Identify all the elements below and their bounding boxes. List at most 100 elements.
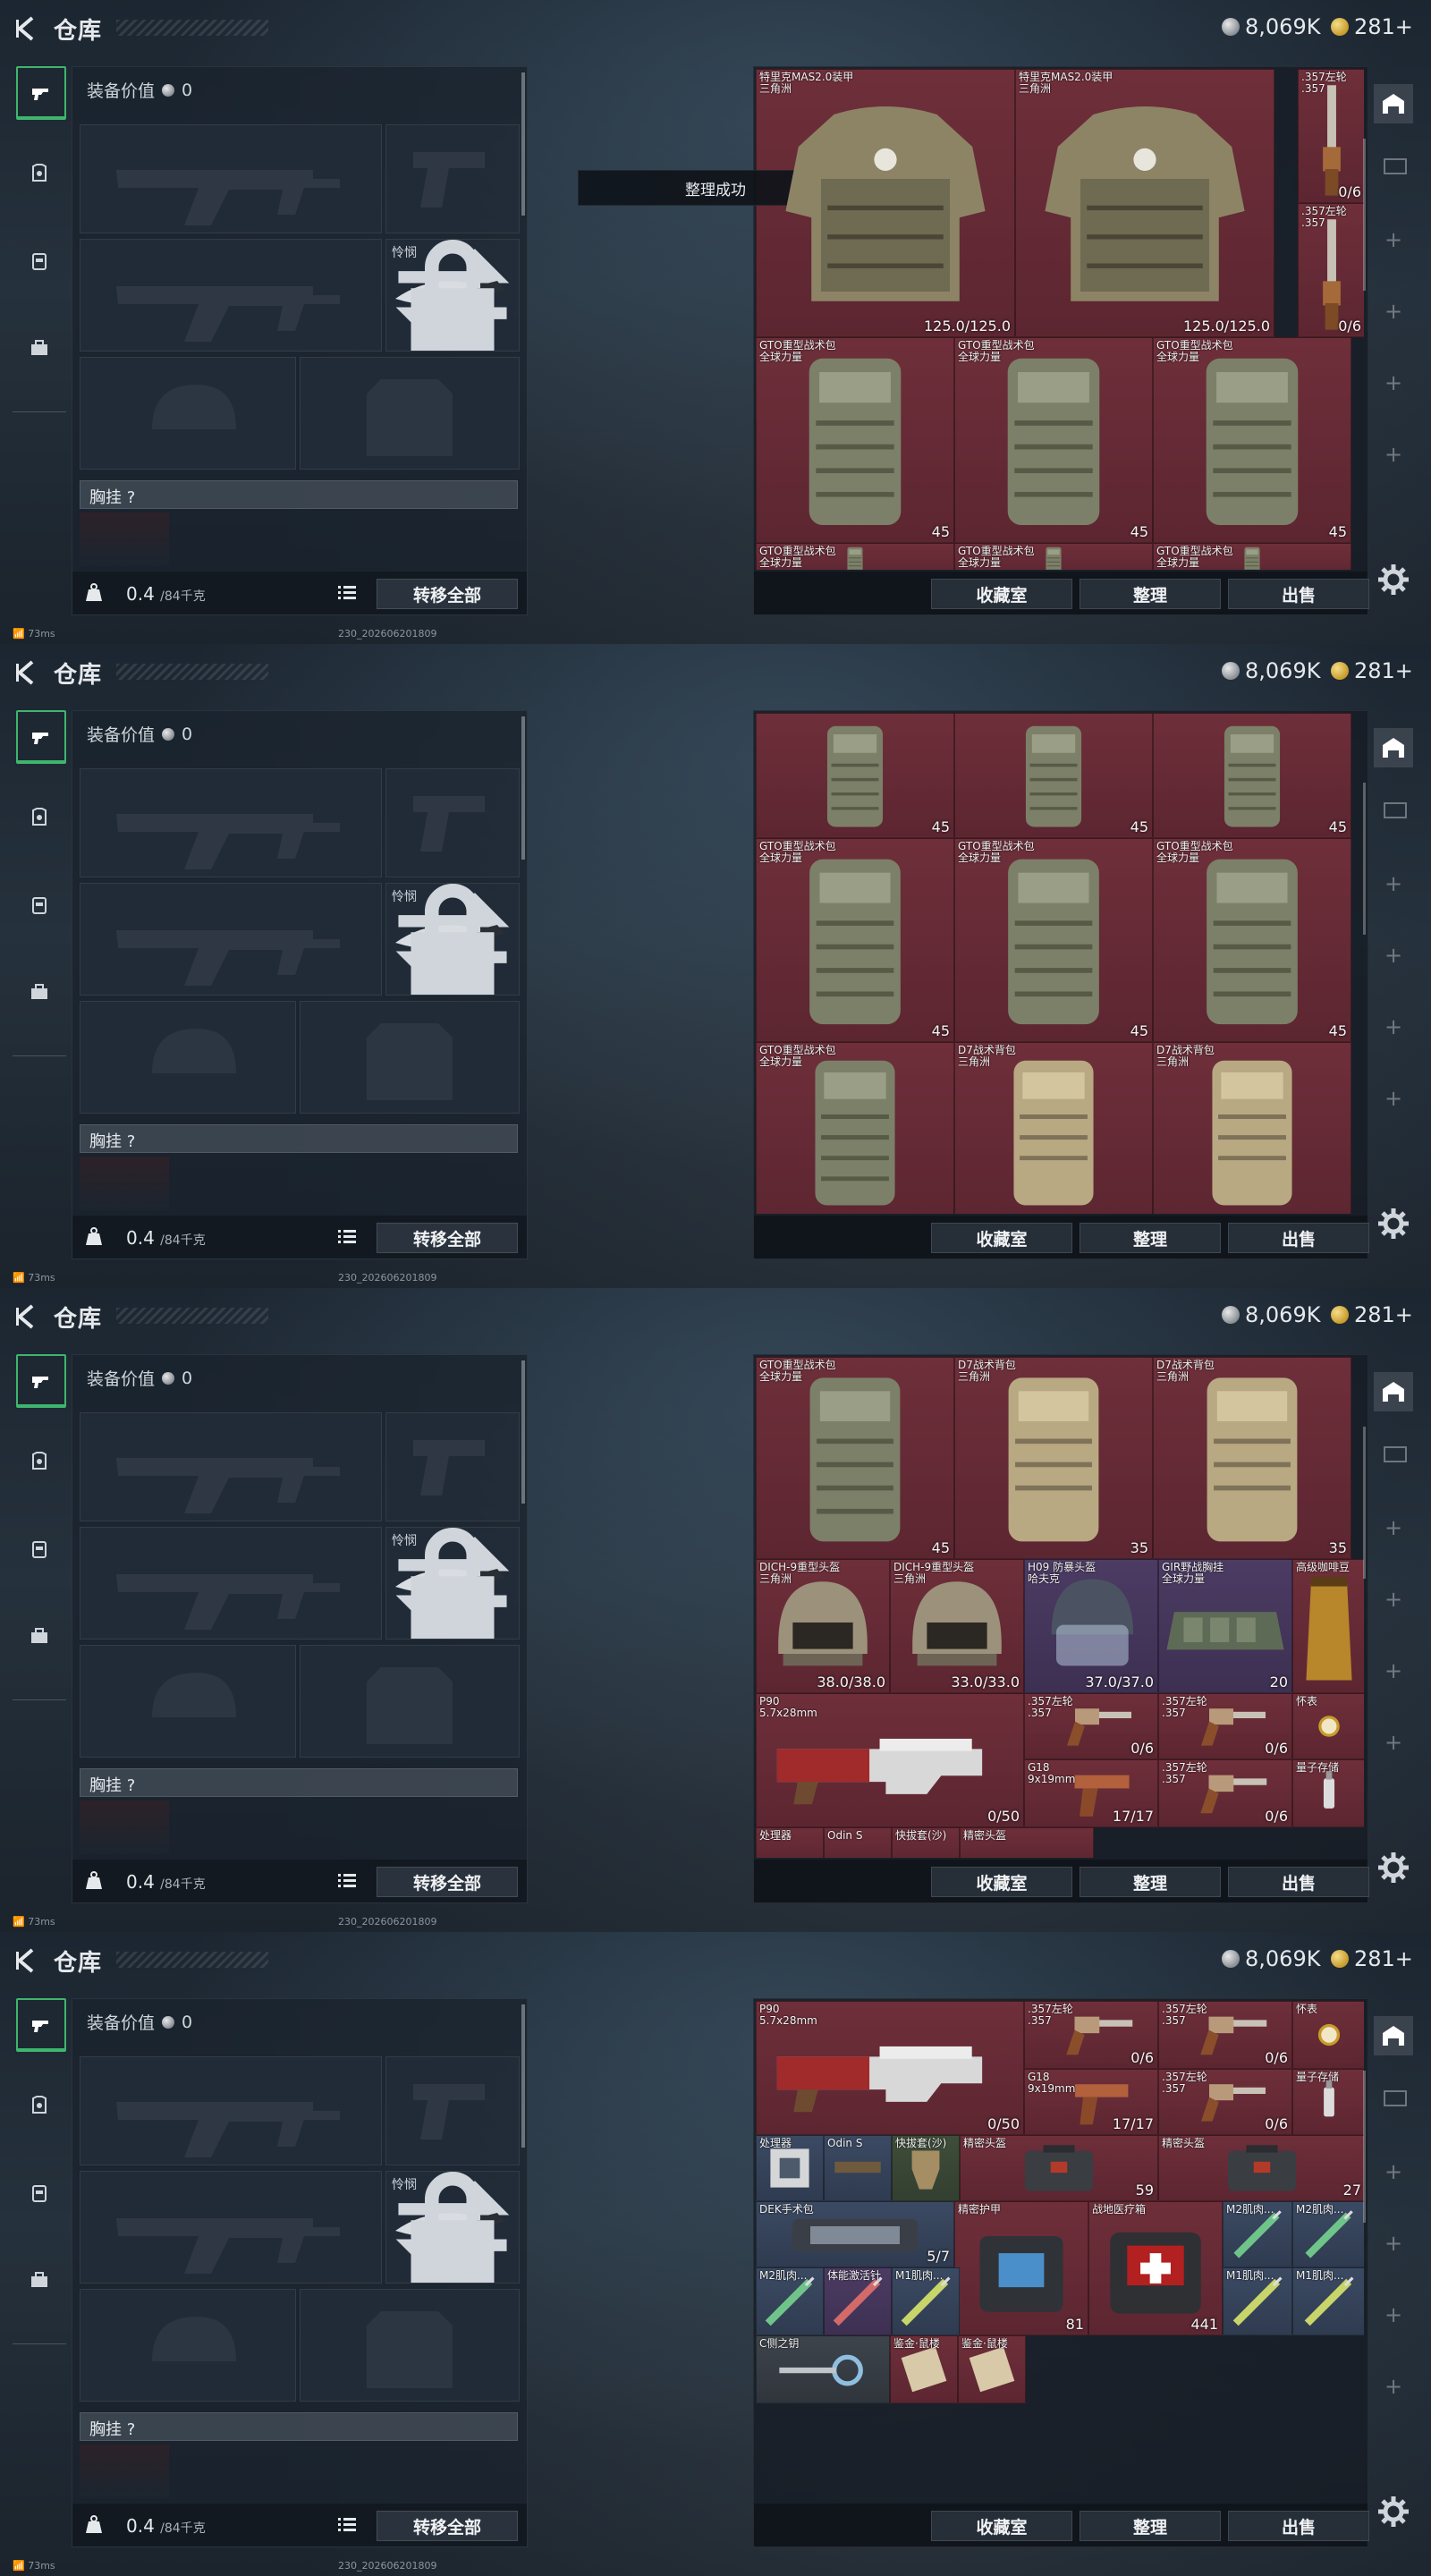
sort-button[interactable]: 整理 (1080, 1223, 1221, 1253)
pistol-slot[interactable] (385, 1412, 520, 1521)
sell-button[interactable]: 出售 (1228, 2511, 1369, 2541)
case-tab-icon[interactable] (16, 968, 63, 1018)
backpack-tab-icon[interactable] (16, 1524, 63, 1574)
back-arrow-icon[interactable] (13, 1946, 39, 1975)
stash-item[interactable]: 怀表 (1292, 2001, 1364, 2069)
body-armor-slot[interactable] (300, 1001, 520, 1114)
add-page-icon[interactable]: + (1381, 1730, 1406, 1755)
stash-icon[interactable] (1374, 728, 1413, 767)
stash-item[interactable]: GTO重型战术包 全球力量 45 (756, 838, 954, 1042)
add-page-icon[interactable]: + (1381, 370, 1406, 395)
melee-slot[interactable]: 怜悯 (385, 239, 520, 352)
add-page-icon[interactable]: + (1381, 1658, 1406, 1683)
stash-item[interactable]: D7战术背包 三角洲 35 (1153, 1357, 1351, 1559)
loadout-scrollbar[interactable] (521, 72, 525, 216)
sort-button[interactable]: 整理 (1080, 2511, 1221, 2541)
stash-item[interactable]: 体能激活针 (824, 2267, 892, 2335)
stash-item[interactable]: 怀表 (1292, 1693, 1364, 1759)
stash-item[interactable]: .357左轮 .357 0/6 (1158, 1759, 1292, 1827)
add-page-icon[interactable]: + (1381, 2231, 1406, 2256)
settings-gear-icon[interactable] (1376, 2494, 1411, 2529)
stash-icon[interactable] (1374, 84, 1413, 123)
stash-item[interactable]: .357左轮 .357 0/6 (1158, 2001, 1292, 2069)
gold-currency[interactable]: 281+ (1331, 1302, 1413, 1327)
list-icon[interactable] (337, 1228, 357, 1246)
silver-currency[interactable]: 8,069K (1222, 14, 1320, 39)
stash-item[interactable]: 特里克MAS2.0装甲 三角洲 125.0/125.0 (1015, 69, 1274, 337)
add-page-icon[interactable]: + (1381, 442, 1406, 467)
stash-page-icon[interactable] (1383, 1444, 1410, 1463)
loadout-scrollbar[interactable] (521, 716, 525, 860)
stash-item[interactable]: 快拔套(沙) (892, 1827, 960, 1858)
case-tab-icon[interactable] (16, 2256, 63, 2306)
stash-item[interactable]: .357左轮 .357 0/6 (1298, 69, 1364, 203)
case-tab-icon[interactable] (16, 324, 63, 374)
stash-item[interactable]: 量子存储 (1292, 2069, 1364, 2135)
stash-item[interactable]: P90 5.7x28mm 0/50 (756, 2001, 1024, 2135)
secondary-weapon-slot[interactable] (80, 239, 382, 352)
stash-item[interactable]: GTO重型战术包 全球力量 45 (756, 1357, 954, 1559)
list-icon[interactable] (337, 2516, 357, 2534)
stash-item[interactable]: GTO重型战术包 全球力量 45 (1153, 337, 1351, 543)
body-armor-slot[interactable] (300, 357, 520, 470)
case-tab-icon[interactable] (16, 1612, 63, 1662)
backpack-tab-icon[interactable] (16, 2168, 63, 2218)
stash-item[interactable]: GIR野战胸挂 全球力量 20 (1158, 1559, 1292, 1693)
add-page-icon[interactable]: + (1381, 1515, 1406, 1540)
stash-item[interactable]: M2肌肉... (1292, 2201, 1364, 2267)
stash-item[interactable]: 精密头盔 59 (960, 2135, 1158, 2201)
stash-item[interactable]: 鉴金·鼠楼 (958, 2335, 1026, 2403)
stash-item[interactable]: M2肌肉... (756, 2267, 824, 2335)
stash-item[interactable]: M2肌肉... (1223, 2201, 1292, 2267)
collection-room-button[interactable]: 收藏室 (931, 1867, 1072, 1897)
backpack-tab-icon[interactable] (16, 880, 63, 930)
chest-rig-slot[interactable] (80, 1157, 169, 1210)
stash-item[interactable]: D7战术背包 三角洲 (954, 1042, 1153, 1214)
stash-item[interactable]: .357左轮 .357 0/6 (1158, 2069, 1292, 2135)
stash-item[interactable]: G18 9x19mm 17/17 (1024, 2069, 1158, 2135)
stash-item[interactable]: GTO重型战术包 全球力量 (954, 543, 1153, 570)
helmet-slot[interactable] (80, 1001, 296, 1114)
gun-tab-icon[interactable] (16, 1354, 66, 1408)
stash-item[interactable]: GTO重型战术包 全球力量 (1153, 543, 1351, 570)
stash-item[interactable]: DICH-9重型头盔 三角洲 38.0/38.0 (756, 1559, 890, 1693)
stash-scrollbar[interactable] (1363, 783, 1366, 935)
stash-item[interactable]: GTO重型战术包 全球力量 45 (756, 337, 954, 543)
melee-slot[interactable]: 怜悯 (385, 883, 520, 996)
stash-item[interactable]: 快拔套(沙) (892, 2135, 960, 2201)
collection-room-button[interactable]: 收藏室 (931, 2511, 1072, 2541)
stash-item[interactable]: H09 防暴头盔 哈夫克 37.0/37.0 (1024, 1559, 1158, 1693)
pistol-slot[interactable] (385, 2056, 520, 2165)
back-arrow-icon[interactable] (13, 1302, 39, 1331)
transfer-all-button[interactable]: 转移全部 (377, 579, 518, 609)
chest-rig-slot[interactable] (80, 513, 169, 566)
sell-button[interactable]: 出售 (1228, 1867, 1369, 1897)
stash-item[interactable]: 高级咖啡豆 (1292, 1559, 1364, 1693)
stash-item[interactable]: 精密头盔 (960, 1827, 1094, 1858)
stash-item[interactable]: GTO重型战术包 全球力量 (756, 543, 954, 570)
stash-item[interactable]: DEK手术包 5/7 (756, 2201, 954, 2267)
sort-button[interactable]: 整理 (1080, 1867, 1221, 1897)
collection-room-button[interactable]: 收藏室 (931, 1223, 1072, 1253)
stash-item[interactable]: M1肌肉... (1292, 2267, 1364, 2335)
gun-tab-icon[interactable] (16, 66, 66, 120)
add-page-icon[interactable]: + (1381, 2302, 1406, 2327)
settings-gear-icon[interactable] (1376, 1206, 1411, 1241)
stash-scrollbar[interactable] (1363, 1427, 1366, 1579)
stash-item[interactable]: G18 9x19mm 17/17 (1024, 1759, 1158, 1827)
sell-button[interactable]: 出售 (1228, 579, 1369, 609)
transfer-all-button[interactable]: 转移全部 (377, 1867, 518, 1897)
secondary-weapon-slot[interactable] (80, 2171, 382, 2284)
primary-weapon-slot[interactable] (80, 124, 382, 233)
collection-room-button[interactable]: 收藏室 (931, 579, 1072, 609)
list-icon[interactable] (337, 584, 357, 602)
stash-item[interactable]: GTO重型战术包 全球力量 45 (1153, 838, 1351, 1042)
stash-item[interactable]: .357左轮 .357 0/6 (1024, 1693, 1158, 1759)
sell-button[interactable]: 出售 (1228, 1223, 1369, 1253)
body-armor-slot[interactable] (300, 2289, 520, 2402)
stash-item[interactable]: 战地医疗箱 441 (1088, 2201, 1223, 2335)
gold-currency[interactable]: 281+ (1331, 658, 1413, 683)
transfer-all-button[interactable]: 转移全部 (377, 2511, 518, 2541)
add-page-icon[interactable]: + (1381, 2159, 1406, 2184)
stash-item[interactable]: GTO重型战术包 全球力量 45 (954, 838, 1153, 1042)
